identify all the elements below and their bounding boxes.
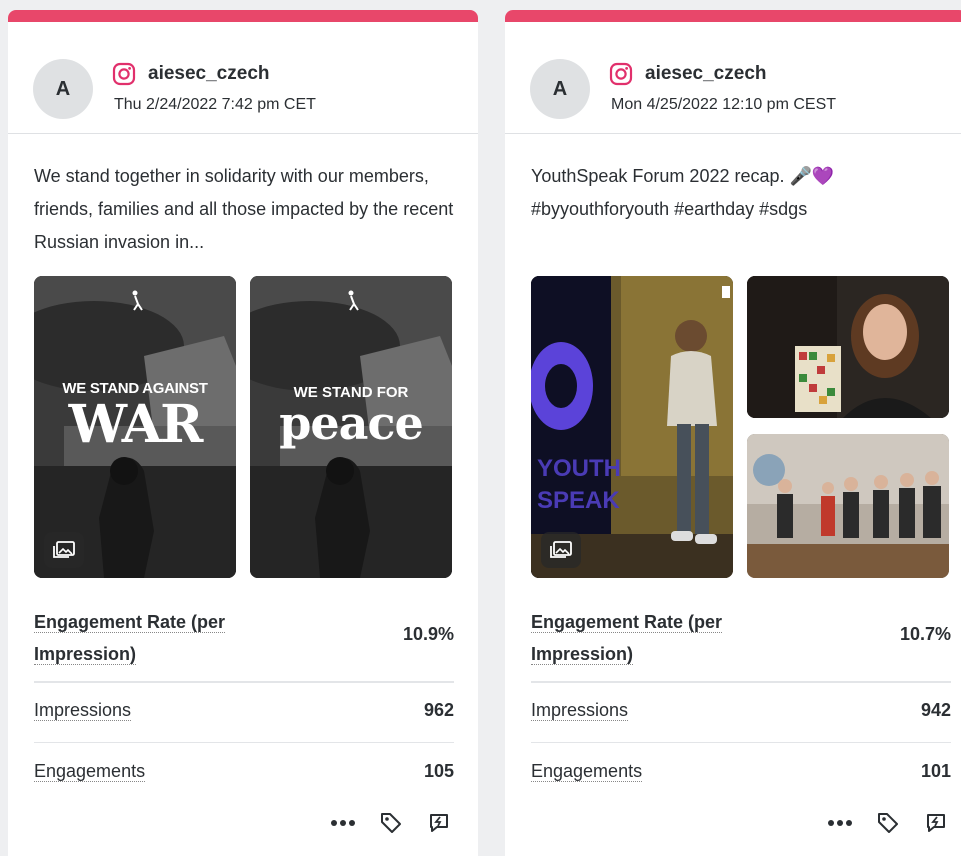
gallery-icon bbox=[550, 541, 572, 558]
attendees-photo-art bbox=[747, 276, 949, 418]
reply-icon[interactable] bbox=[923, 810, 949, 836]
svg-text:YOUTH: YOUTH bbox=[537, 455, 621, 482]
engagement-rate-row: Engagement Rate (per Impression) 10.7% bbox=[531, 606, 951, 670]
engagements-row: Engagements 105 bbox=[34, 761, 454, 791]
impressions-label[interactable]: Impressions bbox=[531, 700, 629, 721]
account-row: aiesec_czech bbox=[609, 62, 767, 86]
avatar[interactable]: A bbox=[530, 59, 590, 119]
engagement-rate-label[interactable]: Engagement Rate (per Impression) bbox=[34, 612, 226, 665]
avatar[interactable]: A bbox=[33, 59, 93, 119]
impressions-row: Impressions 942 bbox=[531, 700, 951, 730]
reply-icon[interactable] bbox=[426, 810, 452, 836]
divider bbox=[531, 681, 951, 683]
engagements-label[interactable]: Engagements bbox=[34, 761, 146, 782]
engagement-rate-row: Engagement Rate (per Impression) 10.9% bbox=[34, 606, 454, 670]
image-caption-line2: WAR bbox=[68, 394, 204, 455]
divider bbox=[34, 742, 454, 743]
post-header: A aiesec_czech Thu 2/24/2022 7:42 pm CET bbox=[8, 22, 478, 134]
svg-text:SPEAK: SPEAK bbox=[537, 487, 620, 514]
more-icon[interactable] bbox=[330, 810, 356, 836]
account-row: aiesec_czech bbox=[112, 62, 270, 86]
post-actions bbox=[330, 810, 452, 836]
post-card-1[interactable]: A aiesec_czech Thu 2/24/2022 7:42 pm CET… bbox=[8, 10, 478, 856]
image-caption-line2: peace bbox=[279, 396, 424, 450]
panel-photo-art bbox=[747, 434, 949, 578]
post-image-attendees[interactable] bbox=[747, 276, 949, 418]
card-accent-bar bbox=[505, 10, 961, 22]
tag-icon[interactable] bbox=[875, 810, 901, 836]
account-handle[interactable]: aiesec_czech bbox=[645, 63, 767, 85]
carousel-badge bbox=[44, 532, 84, 568]
post-date: Thu 2/24/2022 7:42 pm CET bbox=[114, 96, 316, 113]
post-image-peace[interactable]: WE STAND FOR peace bbox=[250, 276, 452, 578]
post-image-stage[interactable]: YOUTH SPEAK bbox=[531, 276, 733, 578]
impressions-value: 962 bbox=[423, 700, 454, 720]
engagements-label[interactable]: Engagements bbox=[531, 761, 643, 782]
tag-icon[interactable] bbox=[378, 810, 404, 836]
impressions-value: 942 bbox=[920, 700, 951, 720]
engagements-row: Engagements 101 bbox=[531, 761, 951, 791]
carousel-badge bbox=[541, 532, 581, 568]
engagement-rate-value: 10.7% bbox=[899, 624, 951, 644]
instagram-icon bbox=[112, 62, 136, 86]
engagements-value: 105 bbox=[423, 761, 454, 781]
post-text: YouthSpeak Forum 2022 recap. 🎤💜 #byyouth… bbox=[531, 166, 835, 219]
engagements-value: 101 bbox=[920, 761, 951, 781]
more-icon[interactable] bbox=[827, 810, 853, 836]
post-date: Mon 4/25/2022 12:10 pm CEST bbox=[611, 96, 837, 113]
divider bbox=[34, 681, 454, 683]
engagement-rate-label[interactable]: Engagement Rate (per Impression) bbox=[531, 612, 723, 665]
post-actions bbox=[827, 810, 949, 836]
instagram-icon bbox=[609, 62, 633, 86]
divider bbox=[531, 742, 951, 743]
account-handle[interactable]: aiesec_czech bbox=[148, 63, 270, 85]
post-image-panel[interactable] bbox=[747, 434, 949, 578]
gallery-icon bbox=[53, 541, 75, 558]
post-text: We stand together in solidarity with our… bbox=[34, 166, 454, 252]
post-image-war[interactable]: WE STAND AGAINST WAR bbox=[34, 276, 236, 578]
impressions-label[interactable]: Impressions bbox=[34, 700, 132, 721]
engagement-rate-value: 10.9% bbox=[402, 624, 454, 644]
card-accent-bar bbox=[8, 10, 478, 22]
impressions-row: Impressions 962 bbox=[34, 700, 454, 730]
post-card-2[interactable]: A aiesec_czech Mon 4/25/2022 12:10 pm CE… bbox=[505, 10, 961, 856]
post-header: A aiesec_czech Mon 4/25/2022 12:10 pm CE… bbox=[505, 22, 961, 134]
